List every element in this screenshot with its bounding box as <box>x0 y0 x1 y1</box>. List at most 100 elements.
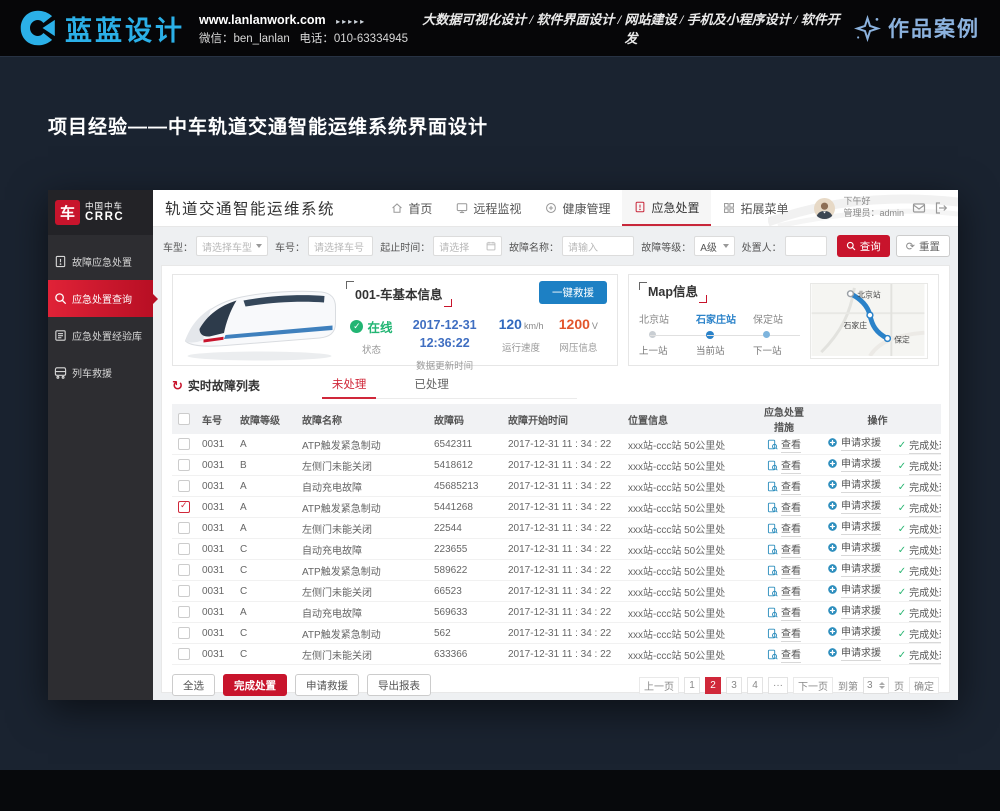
row-checkbox[interactable] <box>178 543 190 555</box>
train-info-card: 001-车基本信息 一键救援 ✓ 在线 状态 <box>172 274 618 366</box>
row-checkbox[interactable] <box>178 627 190 639</box>
complete-handling-button[interactable]: 完成处置 <box>223 674 287 696</box>
request-assist-link[interactable]: 申请求援 <box>827 434 881 451</box>
prev-page-button[interactable]: 上一页 <box>639 677 679 694</box>
row-checkbox[interactable] <box>178 522 190 534</box>
handler-input[interactable] <box>785 236 827 256</box>
avatar[interactable] <box>814 198 835 219</box>
view-link[interactable]: 查看 <box>767 520 801 537</box>
goto-page-input[interactable]: 3 <box>863 677 889 694</box>
view-link[interactable]: 查看 <box>767 541 801 558</box>
sidebar-item-experience-library[interactable]: 应急处置经验库 <box>48 317 153 354</box>
request-assist-link[interactable]: 申请求援 <box>827 560 881 577</box>
row-checkbox[interactable] <box>178 459 190 471</box>
request-assist-link[interactable]: 申请求援 <box>827 644 881 661</box>
export-report-button[interactable]: 导出报表 <box>367 674 431 696</box>
view-link[interactable]: 查看 <box>767 604 801 621</box>
complete-handling-link[interactable]: ✓ 完成处理 <box>898 458 941 475</box>
fault-name-input[interactable]: 请输入 <box>562 236 634 256</box>
request-assist-link[interactable]: 申请求援 <box>827 539 881 556</box>
request-assist-link[interactable]: 申请求援 <box>827 623 881 640</box>
view-doc-icon <box>767 649 778 660</box>
top-nav: 首页 远程监视 健康管理 <box>379 190 800 226</box>
health-icon <box>545 202 557 214</box>
view-link[interactable]: 查看 <box>767 562 801 579</box>
tab-home[interactable]: 首页 <box>379 190 444 226</box>
online-check-icon: ✓ <box>350 320 363 333</box>
view-link[interactable]: 查看 <box>767 436 801 453</box>
complete-handling-link[interactable]: ✓ 完成处理 <box>898 521 941 538</box>
row-checkbox[interactable] <box>178 606 190 618</box>
row-checkbox[interactable] <box>178 648 190 660</box>
row-checkbox[interactable] <box>178 585 190 597</box>
cell-train-no: 0031 <box>196 644 234 665</box>
complete-handling-link[interactable]: ✓ 完成处理 <box>898 605 941 622</box>
page-number[interactable]: 4 <box>747 677 763 694</box>
check-icon: ✓ <box>898 503 906 514</box>
view-link[interactable]: 查看 <box>767 583 801 600</box>
table-row: 0031 C ATP触发紧急制动 589622 2017-12-31 11 : … <box>172 560 941 581</box>
page-number[interactable]: 2 <box>705 677 721 694</box>
mail-icon[interactable] <box>912 201 926 215</box>
search-button[interactable]: 查询 <box>837 235 890 257</box>
map-card-title: Map信息 <box>639 282 707 303</box>
table-row: 0031 C 自动充电故障 223655 2017-12-31 11 : 34 … <box>172 539 941 560</box>
complete-handling-link[interactable]: ✓ 完成处理 <box>898 563 941 580</box>
complete-handling-link[interactable]: ✓ 完成处理 <box>898 479 941 496</box>
view-link[interactable]: 查看 <box>767 625 801 642</box>
view-link[interactable]: 查看 <box>767 457 801 474</box>
page-number[interactable]: 1 <box>684 677 700 694</box>
tab-emergency-handling[interactable]: 应急处置 <box>622 190 711 226</box>
complete-handling-link[interactable]: ✓ 完成处理 <box>898 542 941 559</box>
portfolio-link[interactable]: 作品案例 <box>854 13 980 43</box>
request-assist-link[interactable]: 申请求援 <box>827 476 881 493</box>
request-assist-link[interactable]: 申请求援 <box>827 602 881 619</box>
chevron-down-icon <box>256 244 262 248</box>
sidebar-item-label: 故障应急处置 <box>72 254 132 269</box>
request-assist-link[interactable]: 申请求援 <box>827 497 881 514</box>
one-key-rescue-button[interactable]: 一键救援 <box>539 281 607 304</box>
complete-handling-link[interactable]: ✓ 完成处理 <box>898 500 941 517</box>
page-number[interactable]: ··· <box>768 677 788 694</box>
request-assist-link[interactable]: 申请求援 <box>827 518 881 535</box>
tab-remote-monitor[interactable]: 远程监视 <box>444 190 533 226</box>
page-number[interactable]: 3 <box>726 677 742 694</box>
complete-handling-link[interactable]: ✓ 完成处理 <box>898 626 941 643</box>
logout-icon[interactable] <box>934 201 948 215</box>
request-rescue-button[interactable]: 申请救援 <box>295 674 359 696</box>
complete-handling-link[interactable]: ✓ 完成处理 <box>898 584 941 601</box>
select-all-button[interactable]: 全选 <box>172 674 215 696</box>
tab-extended-menu[interactable]: 拓展菜单 <box>711 190 800 226</box>
table-row: 0031 A 左侧门未能关闭 22544 2017-12-31 11 : 34 … <box>172 518 941 539</box>
time-range-picker[interactable]: 请选择 <box>433 236 502 256</box>
select-all-checkbox[interactable] <box>178 413 190 425</box>
view-link[interactable]: 查看 <box>767 646 801 663</box>
view-link[interactable]: 查看 <box>767 499 801 516</box>
row-checkbox[interactable] <box>178 501 190 513</box>
request-assist-link[interactable]: 申请求援 <box>827 455 881 472</box>
row-checkbox[interactable] <box>178 564 190 576</box>
check-icon: ✓ <box>898 650 906 661</box>
next-page-button[interactable]: 下一页 <box>793 677 833 694</box>
monitor-icon <box>456 202 468 214</box>
vehicle-no-input[interactable]: 请选择车号 <box>308 236 373 256</box>
tab-unhandled[interactable]: 未处理 <box>322 376 377 398</box>
map-label-baoding: 保定 <box>894 334 910 344</box>
row-checkbox[interactable] <box>178 438 190 450</box>
cell-train-no: 0031 <box>196 539 234 560</box>
tab-health-management[interactable]: 健康管理 <box>533 190 622 226</box>
vehicle-type-select[interactable]: 请选择车型 <box>196 236 268 256</box>
sidebar-item-fault-emergency[interactable]: 故障应急处置 <box>48 243 153 280</box>
request-assist-link[interactable]: 申请求援 <box>827 581 881 598</box>
sidebar-item-emergency-query[interactable]: 应急处置查询 <box>48 280 153 317</box>
fault-level-select[interactable]: A级 <box>694 236 734 256</box>
reset-button[interactable]: ⟳ 重置 <box>896 235 950 257</box>
sidebar-item-train-rescue[interactable]: 列车救援 <box>48 354 153 391</box>
stat-voltage: 1200V 网压信息 <box>550 316 607 372</box>
complete-handling-link[interactable]: ✓ 完成处理 <box>898 647 941 664</box>
view-link[interactable]: 查看 <box>767 478 801 495</box>
tab-handled[interactable]: 已处理 <box>404 376 459 398</box>
row-checkbox[interactable] <box>178 480 190 492</box>
confirm-page-button[interactable]: 确定 <box>909 677 939 694</box>
complete-handling-link[interactable]: ✓ 完成处理 <box>898 437 941 454</box>
